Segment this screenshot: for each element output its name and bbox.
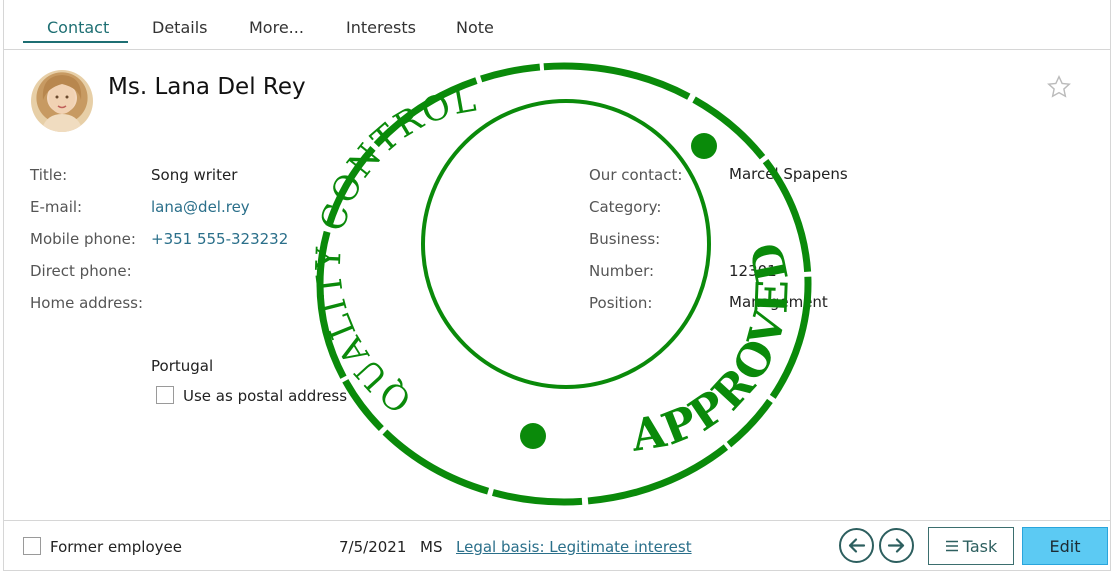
avatar [31, 70, 93, 132]
updated-by-initials: MS [420, 538, 443, 556]
stamp-dot [691, 133, 717, 159]
postal-address-label: Use as postal address [183, 387, 348, 405]
contact-name: Ms. Lana Del Rey [108, 74, 306, 100]
mobile-phone-link[interactable]: +351 555-323232 [151, 230, 288, 248]
tab-details[interactable]: Details [152, 18, 207, 37]
number-value: 12301 [729, 262, 777, 280]
svg-text:QUALITY CONTROL: QUALITY CONTROL [309, 79, 481, 420]
title-label: Title: [30, 166, 68, 184]
edit-button-label: Edit [1049, 536, 1081, 556]
legal-basis-link[interactable]: Legal basis: Legitimate interest [456, 538, 692, 556]
direct-phone-label: Direct phone: [30, 262, 132, 280]
task-button[interactable]: Task [928, 527, 1014, 565]
task-button-label: Task [962, 536, 998, 556]
number-label: Number: [589, 262, 655, 280]
tab-interests[interactable]: Interests [346, 18, 416, 37]
previous-button[interactable] [839, 528, 874, 563]
arrow-left-icon [848, 538, 866, 553]
footer-bar: Former employee 7/5/2021 MS Legal basis:… [4, 520, 1110, 571]
next-button[interactable] [879, 528, 914, 563]
tab-bar: Contact Details More... Interests Note [4, 0, 1110, 50]
menu-lines-icon [945, 540, 958, 552]
active-tab-indicator [23, 41, 128, 43]
address-country: Portugal [151, 357, 214, 375]
mobile-phone-label: Mobile phone: [30, 230, 136, 248]
updated-date: 7/5/2021 [339, 538, 407, 556]
stamp-dot [520, 423, 546, 449]
home-address-label: Home address: [30, 294, 144, 312]
favorite-star-icon[interactable] [1046, 74, 1072, 100]
former-employee-label: Former employee [50, 538, 182, 556]
tab-contact[interactable]: Contact [47, 18, 109, 37]
our-contact-label: Our contact: [589, 166, 683, 184]
former-employee-checkbox[interactable] [23, 537, 41, 555]
quality-control-stamp: QUALITY CONTROL APPROVED [309, 62, 812, 506]
stamp-top-text: QUALITY CONTROL [309, 79, 479, 420]
edit-button[interactable]: Edit [1022, 527, 1108, 565]
arrow-right-icon [887, 538, 905, 553]
category-label: Category: [589, 198, 662, 216]
tab-note[interactable]: Note [456, 18, 494, 37]
title-value: Song writer [151, 166, 238, 184]
position-label: Position: [589, 294, 653, 312]
business-label: Business: [589, 230, 661, 248]
email-label: E-mail: [30, 198, 83, 216]
our-contact-value[interactable]: Marcel Spapens [729, 165, 848, 183]
postal-address-checkbox[interactable] [156, 386, 174, 404]
position-value: Management [729, 293, 828, 311]
contact-card: Contact Details More... Interests Note M… [3, 0, 1111, 571]
email-link[interactable]: lana@del.rey [151, 198, 250, 216]
tab-more[interactable]: More... [249, 18, 304, 37]
